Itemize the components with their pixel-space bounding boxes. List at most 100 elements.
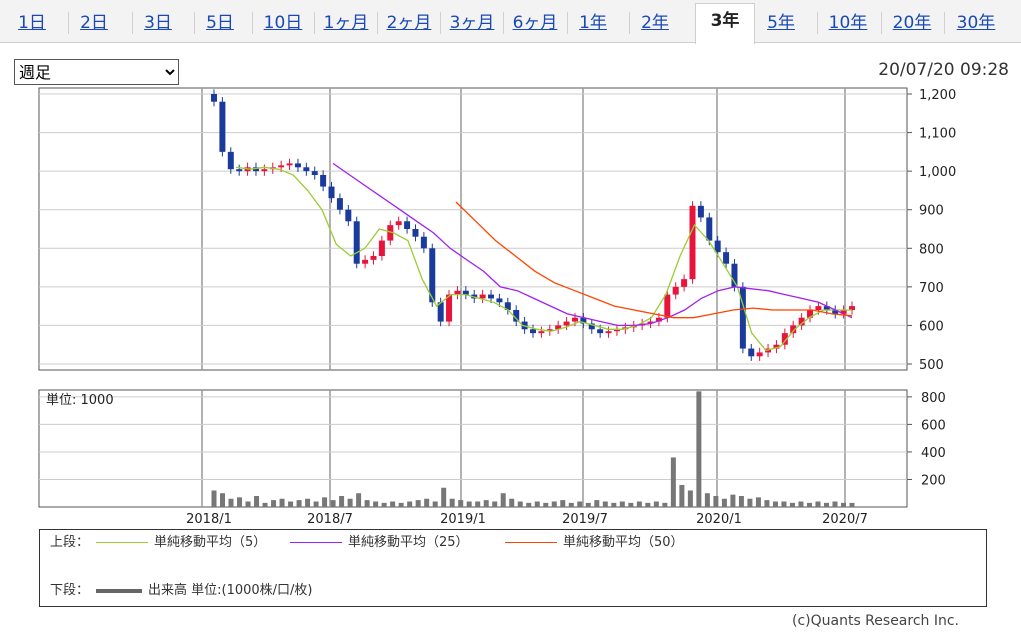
volume-unit-label: 単位: 1000 <box>46 392 114 408</box>
volume-bar <box>441 487 447 507</box>
ma25-label: 単純移動平均（25） <box>348 535 469 550</box>
volume-bar <box>679 484 685 507</box>
candle-body <box>496 298 503 303</box>
candle-body <box>370 256 377 260</box>
volume-bar <box>730 494 736 507</box>
volume-bar <box>475 501 481 507</box>
x-tick-label: 2018/7 <box>307 512 353 527</box>
volume-bar <box>781 501 787 507</box>
volume-bar <box>458 500 464 507</box>
volume-bar <box>330 500 336 507</box>
ma50-swatch <box>505 542 557 543</box>
volume-tick-label: 200 <box>921 473 946 488</box>
volume-bar <box>815 501 821 507</box>
volume-bar <box>704 493 710 507</box>
price-tick-label: 1,100 <box>919 127 956 142</box>
price-tick-label: 1,200 <box>919 88 956 103</box>
volume-bar <box>823 502 829 507</box>
price-tick-label: 800 <box>919 242 944 257</box>
candle-body <box>336 198 343 210</box>
candle-body <box>395 221 402 226</box>
volume-bar <box>526 502 532 507</box>
x-tick-label: 2019/7 <box>562 512 608 527</box>
volume-bar <box>747 498 753 507</box>
candle-body <box>748 348 755 357</box>
candle-body <box>446 294 453 322</box>
volume-bar <box>662 502 668 507</box>
volume-bar <box>764 500 770 507</box>
volume-bar <box>356 493 362 507</box>
legend-volume: 出来高 単位:(1000株/口/枚) <box>96 582 313 600</box>
volume-bar <box>534 501 540 507</box>
candle-body <box>303 167 310 172</box>
price-tick-label: 900 <box>919 204 944 219</box>
volume-bar <box>713 495 719 507</box>
volume-bar <box>288 501 294 507</box>
volume-bar <box>585 502 591 507</box>
volume-label: 出来高 単位:(1000株/口/枚) <box>148 583 313 598</box>
candle-body <box>420 236 427 249</box>
price-panel-frame <box>38 87 908 371</box>
volume-bar <box>696 391 702 507</box>
volume-panel-frame <box>38 389 908 508</box>
candle-body <box>320 175 327 187</box>
price-tick-label: 1,000 <box>919 165 956 180</box>
legend-upper-label: 上段： <box>50 535 90 550</box>
candle-body <box>227 151 234 170</box>
ma5-swatch <box>96 542 148 543</box>
volume-bar <box>789 502 795 507</box>
volume-bar <box>543 502 549 507</box>
volume-bar <box>254 495 260 507</box>
candle-body <box>211 94 217 102</box>
volume-bar <box>271 500 277 507</box>
volume-bar <box>220 493 226 507</box>
volume-bar <box>339 495 345 507</box>
volume-bar <box>755 497 761 507</box>
candle-body <box>723 252 730 264</box>
volume-bar <box>670 457 676 507</box>
volume-bar <box>390 501 396 507</box>
candle-body <box>479 294 486 299</box>
volume-swatch <box>96 588 142 593</box>
volume-bar <box>373 501 379 507</box>
volume-bar <box>364 500 370 507</box>
candle-body <box>404 221 411 229</box>
volume-bar <box>228 498 234 507</box>
price-tick-label: 700 <box>919 281 944 296</box>
legend-ma50: 単純移動平均（50） <box>505 534 684 552</box>
volume-bar <box>806 502 812 507</box>
volume-bar <box>551 501 557 507</box>
volume-bar <box>279 498 285 507</box>
volume-tick-label: 400 <box>921 446 946 461</box>
candle-body <box>236 169 243 172</box>
volume-bar <box>653 501 659 507</box>
volume-bar <box>798 501 804 507</box>
candle-body <box>714 240 721 253</box>
volume-bar <box>407 501 413 507</box>
volume-tick-label: 600 <box>921 418 946 433</box>
copyright-credit: (c)Quants Research Inc. <box>791 613 959 629</box>
legend-ma5: 単純移動平均（5） <box>96 534 266 552</box>
candle-body <box>815 306 822 310</box>
candle-body <box>412 229 419 237</box>
candle-body <box>488 294 495 299</box>
volume-bar <box>517 501 523 507</box>
volume-bar <box>313 501 319 507</box>
volume-bar <box>347 498 353 507</box>
candle-body <box>756 352 763 357</box>
candle-body <box>597 329 604 334</box>
volume-bar <box>322 497 328 507</box>
volume-bar <box>500 493 506 507</box>
volume-bar <box>211 490 217 507</box>
x-tick-label: 2018/1 <box>186 512 232 527</box>
volume-bar <box>424 498 430 507</box>
candle-body <box>689 205 696 280</box>
candle-body <box>328 186 335 199</box>
volume-bar <box>645 502 651 507</box>
x-tick-label: 2020/7 <box>822 512 868 527</box>
volume-bar <box>721 498 727 507</box>
candle-body <box>538 331 545 334</box>
volume-bar <box>840 502 846 507</box>
candle-body <box>362 259 369 264</box>
candle-body <box>353 221 360 264</box>
